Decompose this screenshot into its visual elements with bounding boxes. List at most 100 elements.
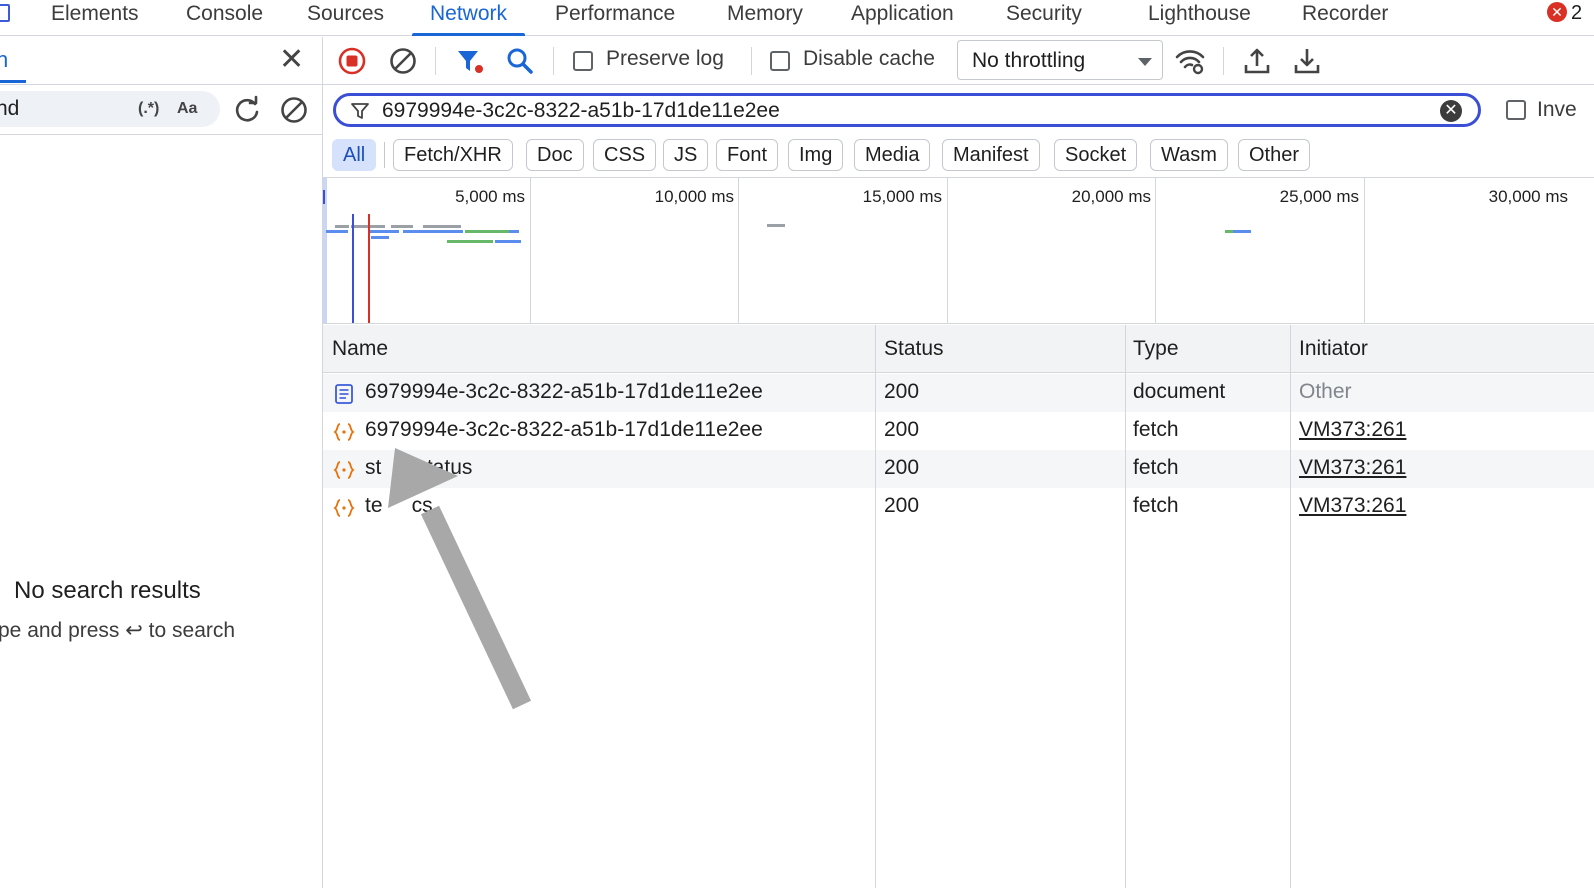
search-input[interactable]: nd (.*) Aa <box>0 91 220 127</box>
invert-checkbox[interactable] <box>1506 100 1526 120</box>
request-bar-green <box>447 240 493 243</box>
request-initiator-link[interactable]: VM373:261 <box>1299 494 1406 518</box>
table-row[interactable]: 6979994e-3c2c-8322-a51b-17d1de11e2ee 200… <box>323 374 1594 412</box>
fetch-icon <box>333 499 355 517</box>
separator <box>435 47 436 75</box>
error-count-badge[interactable]: ✕ 2 <box>1547 2 1582 24</box>
tick-label: 5,000 ms <box>455 187 525 206</box>
tab-recorder[interactable]: Recorder <box>1302 0 1388 36</box>
separator <box>553 47 554 75</box>
tab-network[interactable]: Network <box>411 0 526 36</box>
close-icon[interactable]: ✕ <box>279 45 304 75</box>
request-bar-receiving <box>369 230 399 233</box>
table-row[interactable]: st status 200 fetch VM373:261 <box>323 450 1594 488</box>
type-filter-css[interactable]: CSS <box>593 139 657 171</box>
regex-toggle[interactable]: (.*) <box>138 100 159 118</box>
request-name: te cs <box>365 494 433 517</box>
request-bar-receiving <box>509 230 519 233</box>
throttling-select[interactable]: No throttling <box>957 40 1163 80</box>
tick-label: 10,000 ms <box>655 187 734 206</box>
request-initiator-link[interactable]: VM373:261 <box>1299 456 1406 480</box>
request-status: 200 <box>884 380 920 403</box>
table-row[interactable]: te cs 200 fetch VM373:261 <box>323 488 1594 526</box>
type-filter-socket[interactable]: Socket <box>1054 139 1138 171</box>
request-type: document <box>1133 380 1226 403</box>
requests-table: Name Status Type Initiator 6979994e-3c2c… <box>323 325 1594 888</box>
request-type: fetch <box>1133 494 1179 517</box>
request-initiator-link[interactable]: VM373:261 <box>1299 418 1406 442</box>
tab-security[interactable]: Security <box>1006 0 1082 36</box>
search-query: nd <box>0 97 20 120</box>
match-case-toggle[interactable]: Aa <box>177 100 197 118</box>
disable-cache-label: Disable cache <box>803 47 935 70</box>
column-divider[interactable] <box>1125 325 1126 888</box>
network-conditions-icon[interactable] <box>1174 45 1206 77</box>
tab-lighthouse[interactable]: Lighthouse <box>1148 0 1251 36</box>
type-filter-js[interactable]: JS <box>663 139 709 171</box>
request-name: st status <box>365 456 473 479</box>
divider <box>0 134 323 135</box>
preserve-log-checkbox[interactable] <box>573 51 593 71</box>
request-bar-green <box>1225 230 1233 233</box>
filter-row: 6979994e-3c2c-8322-a51b-17d1de11e2ee ✕ I… <box>323 86 1594 134</box>
request-bar-green <box>465 230 509 233</box>
filter-input[interactable]: 6979994e-3c2c-8322-a51b-17d1de11e2ee ✕ <box>333 93 1481 127</box>
column-divider[interactable] <box>1290 325 1291 888</box>
filter-value: 6979994e-3c2c-8322-a51b-17d1de11e2ee <box>382 99 780 122</box>
clear-log-icon[interactable] <box>387 45 419 77</box>
document-icon <box>335 384 353 404</box>
type-filter-fetch-xhr[interactable]: Fetch/XHR <box>393 139 513 171</box>
search-tab-indicator <box>0 80 26 83</box>
request-bar-receiving <box>326 230 348 233</box>
request-type: fetch <box>1133 456 1179 479</box>
request-bar-waiting <box>391 225 413 228</box>
type-filter-font[interactable]: Font <box>716 139 779 171</box>
request-bar-receiving <box>371 236 389 239</box>
tick-label: 30,000 ms <box>1489 187 1568 206</box>
error-icon: ✕ <box>1547 2 1567 22</box>
tab-performance[interactable]: Performance <box>555 0 675 36</box>
request-initiator: Other <box>1299 380 1352 403</box>
error-count: 2 <box>1571 2 1583 24</box>
tab-memory[interactable]: Memory <box>727 0 803 36</box>
type-filter-all[interactable]: All <box>332 139 377 171</box>
type-filter-doc[interactable]: Doc <box>526 139 584 171</box>
column-header-initiator[interactable]: Initiator <box>1299 337 1368 361</box>
network-overview-timeline[interactable]: 5,000 ms 10,000 ms 15,000 ms 20,000 ms 2… <box>323 178 1594 324</box>
import-har-icon[interactable] <box>1241 45 1273 77</box>
export-har-icon[interactable] <box>1291 45 1323 77</box>
tab-console[interactable]: Console <box>186 0 263 36</box>
request-status: 200 <box>884 494 920 517</box>
chevron-down-icon <box>1138 58 1152 66</box>
clear-filter-icon[interactable]: ✕ <box>1440 100 1462 122</box>
search-panel: n ✕ nd (.*) Aa No search results pe and … <box>0 37 323 888</box>
column-header-name[interactable]: Name <box>332 337 388 361</box>
search-icon[interactable] <box>504 45 536 77</box>
column-divider[interactable] <box>875 325 876 888</box>
table-row[interactable]: 6979994e-3c2c-8322-a51b-17d1de11e2ee 200… <box>323 412 1594 450</box>
column-header-status[interactable]: Status <box>884 337 944 361</box>
type-filter-wasm[interactable]: Wasm <box>1150 139 1228 171</box>
column-header-type[interactable]: Type <box>1133 337 1179 361</box>
request-bar-waiting <box>335 225 349 228</box>
funnel-icon <box>351 103 369 119</box>
clear-search-icon[interactable] <box>279 95 309 125</box>
tab-elements[interactable]: Elements <box>51 0 139 36</box>
separator <box>384 142 385 168</box>
type-filter-media[interactable]: Media <box>854 139 931 171</box>
tab-application[interactable]: Application <box>851 0 954 36</box>
filter-icon[interactable] <box>454 45 486 77</box>
stop-recording-icon[interactable] <box>336 45 368 77</box>
dock-side-icon[interactable] <box>0 4 10 22</box>
tab-sources[interactable]: Sources <box>307 0 384 36</box>
search-tab-label[interactable]: n <box>0 47 8 73</box>
type-filter-img[interactable]: Img <box>788 139 844 171</box>
request-bar-receiving <box>495 240 521 243</box>
type-filter-other[interactable]: Other <box>1238 139 1311 171</box>
type-filter-manifest[interactable]: Manifest <box>942 139 1040 171</box>
disable-cache-checkbox[interactable] <box>770 51 790 71</box>
request-status: 200 <box>884 456 920 479</box>
devtools-tab-bar: Elements Console Sources Network Perform… <box>0 0 1594 36</box>
resource-type-filters: All Fetch/XHR Doc CSS JS Font Img Media … <box>323 134 1594 178</box>
refresh-icon[interactable] <box>232 95 262 125</box>
